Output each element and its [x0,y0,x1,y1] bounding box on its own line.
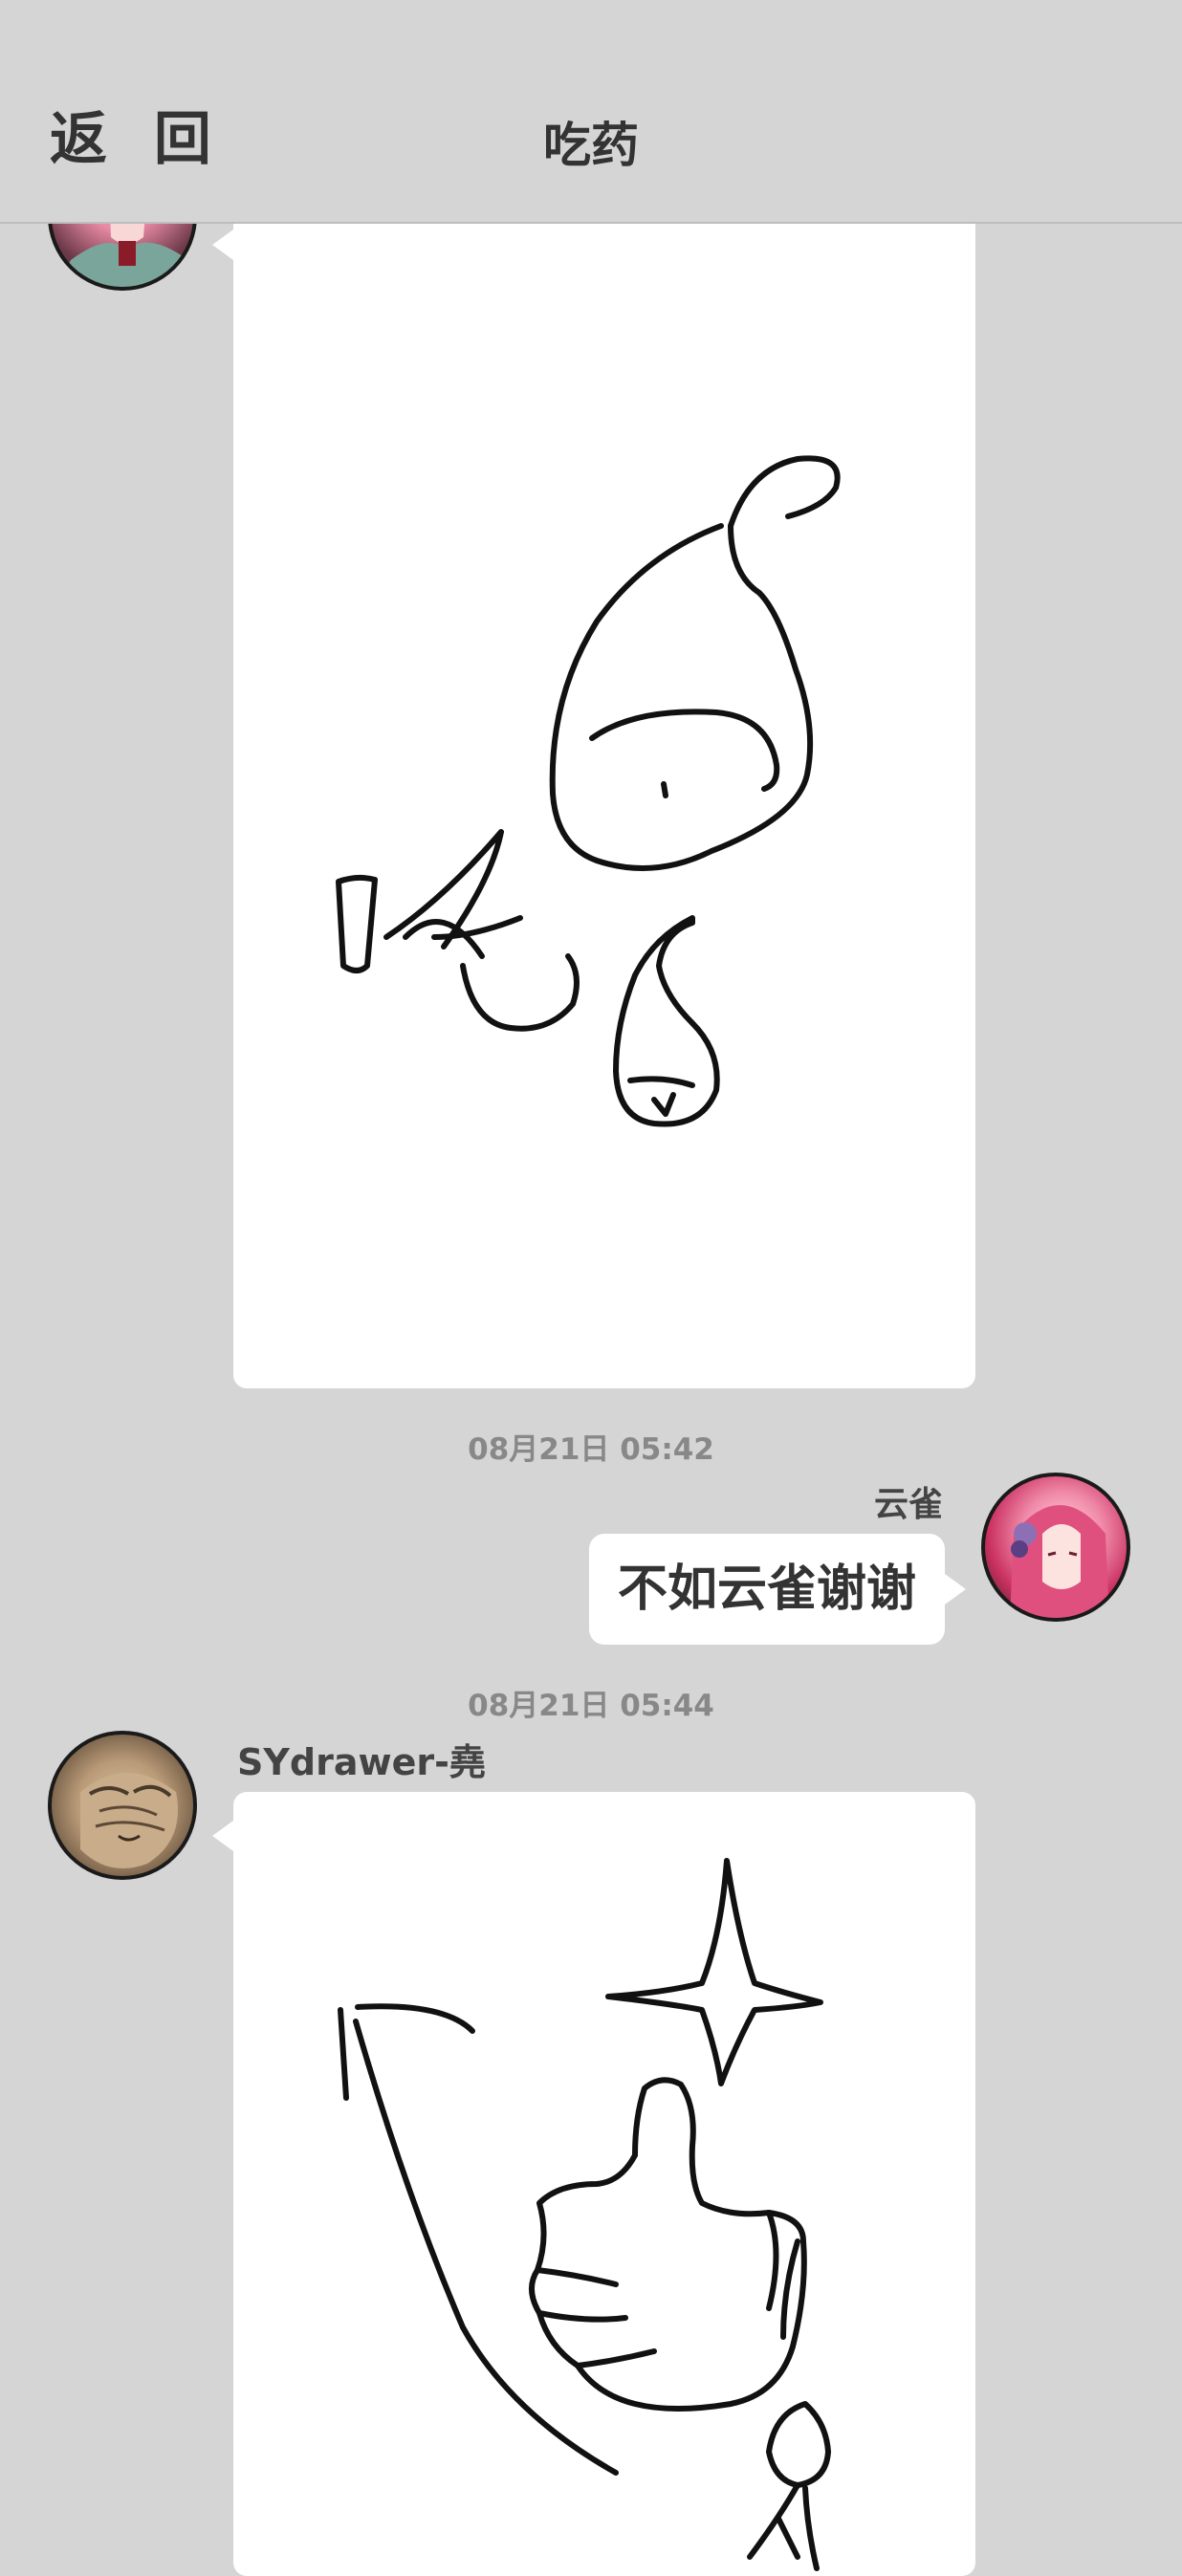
thumbs-up-sparkle-drawing-icon [338,1858,831,2571]
message-timestamp: 08月21日 05:44 [468,1689,714,1723]
sender-name: 云雀 [873,1485,943,1524]
text-message[interactable]: 不如云雀谢谢 [588,1534,945,1645]
sender-name: SYdrawer-堯 [237,1741,486,1783]
chat-title: 吃药 [543,118,639,173]
handwritten-drawing-icon [336,455,841,1127]
avatar[interactable] [48,1731,197,1880]
drawing-message[interactable] [233,1792,975,2576]
avatar[interactable] [981,1473,1130,1622]
top-bar: 返 回 吃药 [0,0,1182,224]
bubble-pointer [212,1821,233,1851]
character-avatar-icon [1010,1505,1109,1618]
cat-avatar-icon [80,1773,178,1868]
drawing-message[interactable] [233,210,975,1388]
bubble-pointer [945,1574,966,1605]
bubble-pointer [212,229,233,260]
message-timestamp: 08月21日 05:42 [468,1432,714,1467]
